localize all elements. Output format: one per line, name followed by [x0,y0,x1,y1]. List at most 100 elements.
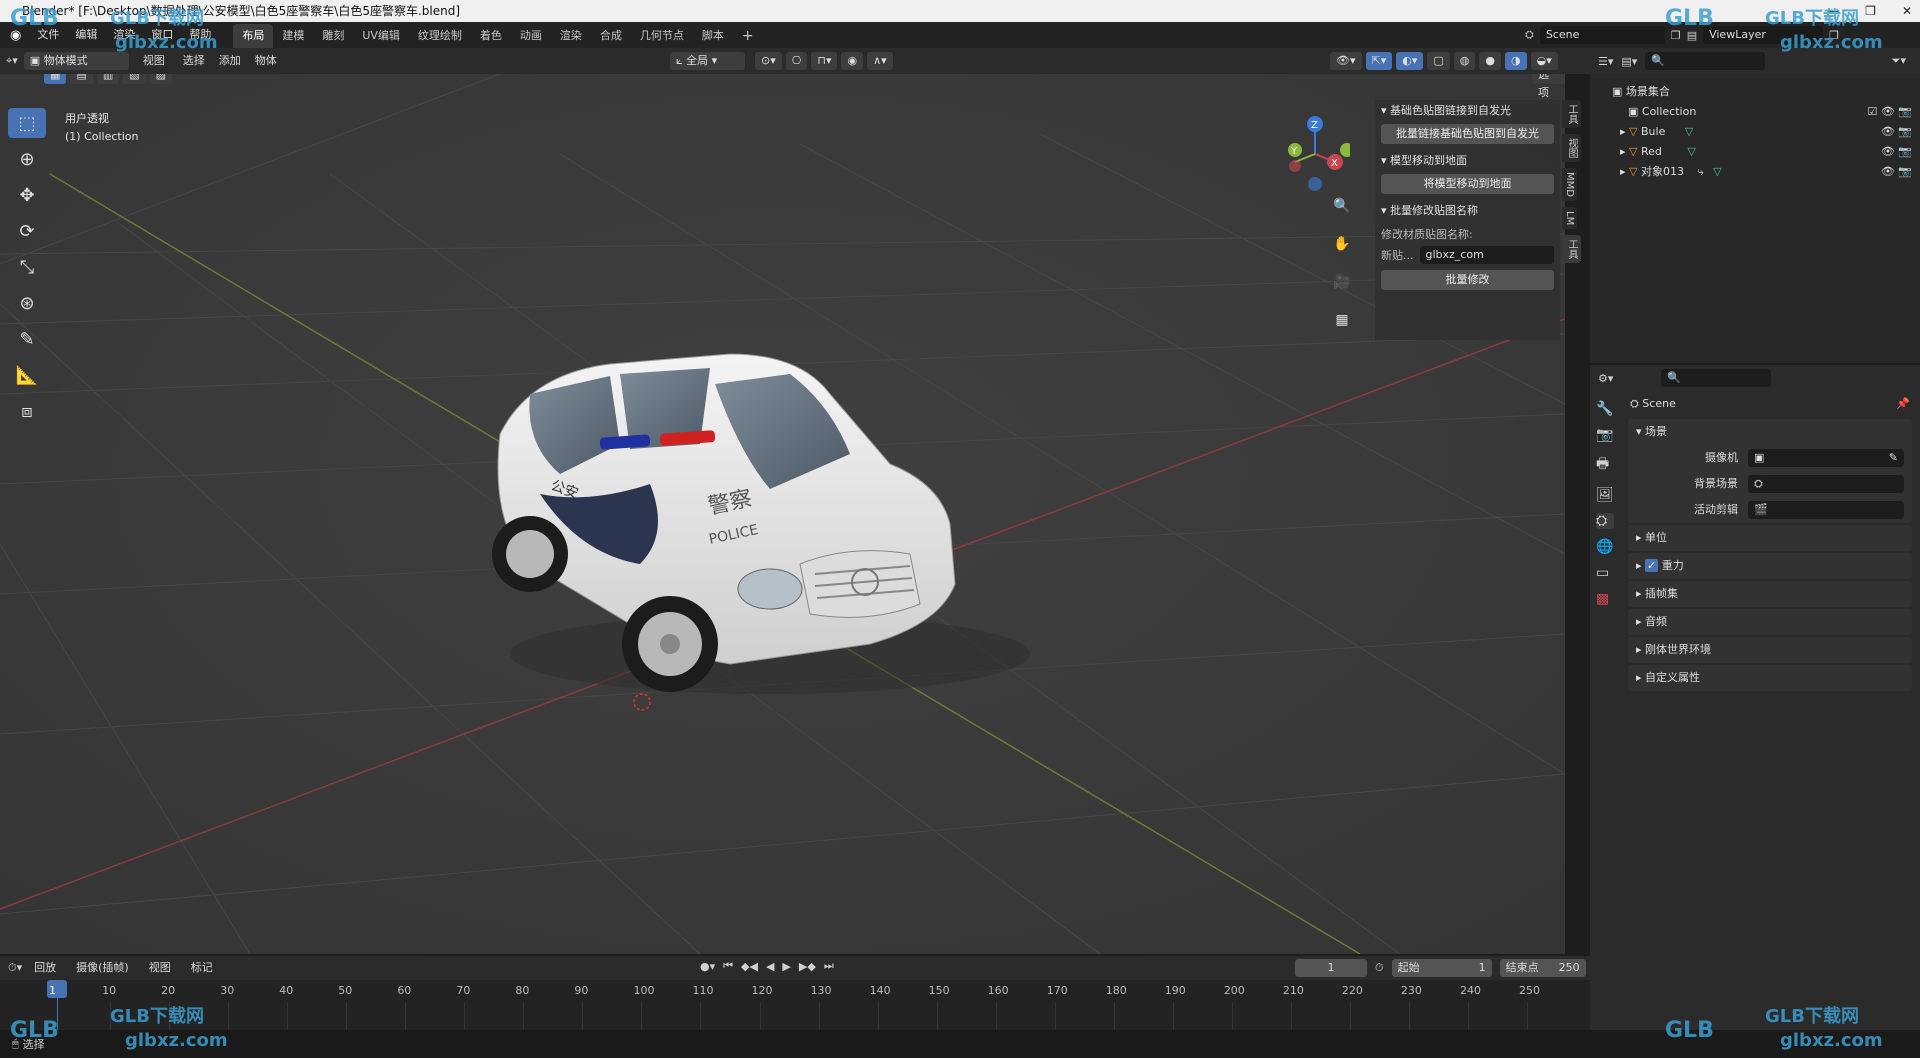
play-icon[interactable]: ▶ [782,960,790,973]
gizmo-toggle-icon[interactable]: ⇱▾ [1365,52,1393,70]
gravity-checkbox[interactable]: ✓ [1645,559,1659,572]
pivot-icon[interactable]: ⊙▾ [755,52,782,70]
eyedropper-icon[interactable]: ✎ [1889,449,1898,467]
bule-visibility-icons[interactable]: 👁 📷 [1881,122,1912,142]
view-layer-tab-icon[interactable]: 🖼 [1596,487,1614,503]
new-texture-name-input[interactable]: glbxz_com [1419,246,1554,264]
end-frame-field[interactable]: 结束点 250 [1499,959,1586,977]
ntab-mmd[interactable]: MMD [1562,168,1577,201]
proportional-edit-icon[interactable]: ◉ [841,52,864,70]
menu-edit[interactable]: 编辑 [67,22,105,48]
scene-name-field[interactable]: Scene [1539,26,1665,44]
texture-tab-icon[interactable]: ▩ [1596,591,1614,607]
world-tab-icon[interactable]: 🌐 [1596,539,1614,555]
outliner-search-input[interactable]: 🔍 [1645,52,1766,70]
record-icon[interactable]: ●▾ [700,960,715,973]
custom-properties-panel[interactable]: ▸ 自定义属性 [1628,665,1912,691]
outliner-scene-collection[interactable]: ▣ 场景集合 [1590,82,1920,102]
keying-sets-panel[interactable]: ▸ 插帧集 [1628,581,1912,607]
ntab-tool[interactable]: 工具 [1562,100,1581,128]
xray-icon[interactable]: ▢ [1427,52,1450,70]
scene-panel-header[interactable]: ▾ 场景 [1628,419,1912,445]
scale-tool-icon[interactable]: ⤡ [8,252,46,282]
select-intersect-icon[interactable]: ▨ [149,74,173,84]
properties-search-input[interactable]: 🔍 [1661,369,1772,387]
tab-rendering[interactable]: 渲染 [551,24,591,48]
stopwatch-icon[interactable]: ⏱ [1375,961,1384,975]
batch-rename-button[interactable]: 批量修改 [1381,270,1554,290]
falloff-icon[interactable]: ∧▾ [867,52,893,70]
measure-tool-icon[interactable]: 📐 [8,360,46,390]
outliner-item-object013[interactable]: ▸ ▽ 对象013 ⤷ ▽ 👁 📷 [1590,162,1920,182]
close-icon[interactable]: ✕ [1902,0,1912,22]
object013-visibility-icons[interactable]: 👁 📷 [1881,162,1912,182]
options-button[interactable]: 选项 [1532,74,1565,99]
select-subtract-icon[interactable]: ▥ [96,74,120,84]
active-clip-field[interactable]: 🎬 [1748,501,1904,519]
tab-shading[interactable]: 着色 [471,24,511,48]
output-tab-icon[interactable]: 🖶 [1596,453,1614,477]
move-to-ground-button[interactable]: 将模型移动到地面 [1381,174,1554,194]
timeline-editor-icon[interactable]: ⏱▾ [8,961,22,975]
current-frame-field[interactable]: 1 [1295,959,1367,977]
snap-target-icon[interactable]: ⊓▾ [811,52,838,70]
vp-menu-object[interactable]: 物体 [251,48,281,74]
red-visibility-icons[interactable]: 👁 📷 [1881,142,1912,162]
visibility-icon[interactable]: 👁▾ [1330,52,1362,70]
select-invert-icon[interactable]: ▧ [123,74,146,84]
background-scene-field[interactable]: ⛭ [1748,475,1904,493]
select-extend-icon[interactable]: ▤ [70,74,93,84]
jump-end-icon[interactable]: ⏭ [824,959,834,973]
filter-icon[interactable]: ⏷▾ [1892,54,1906,68]
ntab-view[interactable]: 视图 [1562,134,1581,162]
jump-start-icon[interactable]: ⏮ [723,959,733,973]
link-basecolor-emission-button[interactable]: 批量链接基础色贴图到自发光 [1381,124,1554,144]
outliner-editor-icon[interactable]: ☰▾ [1598,55,1613,68]
prev-keyframe-icon[interactable]: ◆◀ [741,960,758,973]
expand-arrow-icon[interactable]: ▸ [1620,165,1629,178]
timeline[interactable]: 1 10 20 30 40 50 60 70 80 90 100 110 120 130 140 150 160… [0,980,1590,1030]
outliner-item-bule[interactable]: ▸ ▽ Bule ▽ 👁 📷 [1590,122,1920,142]
solid-shading-icon[interactable]: ● [1479,52,1501,70]
tab-animation[interactable]: 动画 [511,24,551,48]
np-section-header-2[interactable]: ▾ 模型移动到地面 [1375,150,1560,172]
gravity-panel[interactable]: ▸ ✓ 重力 [1628,553,1912,579]
timeline-view-menu[interactable]: 视图 [141,955,179,981]
select-new-icon[interactable]: ▦ [44,74,67,84]
marker-menu[interactable]: 标记 [183,955,221,981]
cursor-tool-icon[interactable]: ⊕ [8,144,46,174]
pan-hand-icon[interactable]: ✋ [1330,232,1354,256]
camera-view-icon[interactable]: 🎥 [1330,270,1354,294]
tab-uv-editing[interactable]: UV编辑 [353,24,409,48]
add-cube-tool-icon[interactable]: ⧈ [8,396,46,426]
audio-panel[interactable]: ▸ 音频 [1628,609,1912,635]
scene-tab-icon[interactable]: ⛭ [1596,513,1614,529]
add-workspace-button[interactable]: + [733,24,763,48]
outliner-item-red[interactable]: ▸ ▽ Red ▽ 👁 📷 [1590,142,1920,162]
start-frame-field[interactable]: 起始 1 [1391,959,1492,977]
wireframe-shading-icon[interactable]: ◍ [1453,52,1476,70]
np-section-header-1[interactable]: ▾ 基础色贴图链接到自发光 [1375,100,1560,122]
playback-menu[interactable]: 回放 [26,955,64,981]
keying-menu[interactable]: 摄像(插帧) [68,955,137,981]
ortho-grid-icon[interactable]: ▦ [1330,308,1354,332]
tab-sculpting[interactable]: 雕刻 [313,24,353,48]
ntab-lm[interactable]: LM [1562,206,1577,230]
rendered-shading-icon[interactable]: ◒▾ [1530,52,1558,70]
properties-editor-icon[interactable]: ⚙▾ [1598,372,1613,385]
camera-field[interactable]: ▣ ✎ [1748,449,1904,467]
expand-arrow-icon[interactable]: ▸ [1620,125,1629,138]
scene-icon[interactable]: ⛭ [1525,28,1534,42]
collection-visibility-icons[interactable]: ☑ 👁 📷 [1867,102,1912,122]
play-reverse-icon[interactable]: ◀ [766,960,774,973]
editor-type-icon[interactable]: ⌖▾ [6,54,18,68]
mode-select[interactable]: ▣ 物体模式 [23,52,129,70]
navigation-gizmo[interactable]: Z X Y [1280,114,1350,194]
tab-geometry-nodes[interactable]: 几何节点 [631,24,693,48]
tab-compositing[interactable]: 合成 [591,24,631,48]
select-box-icon[interactable]: ⬚ [8,108,46,138]
render-tab-icon[interactable]: 📷 [1596,427,1614,443]
move-tool-icon[interactable]: ✥ [8,180,46,210]
display-mode-icon[interactable]: ▤▾ [1621,55,1637,68]
annotate-tool-icon[interactable]: ✎ [8,324,46,354]
